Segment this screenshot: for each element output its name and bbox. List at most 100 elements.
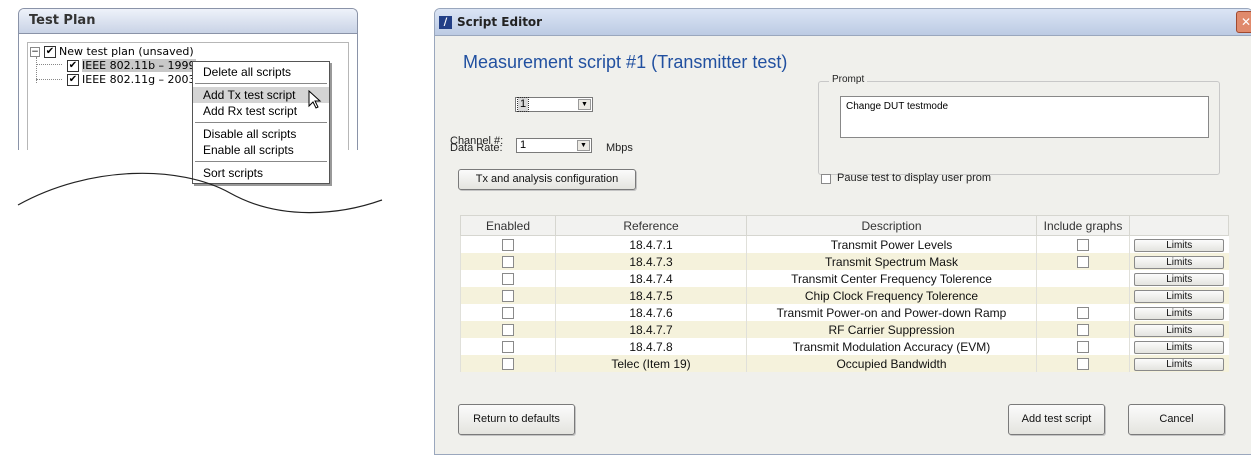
column-header-enabled[interactable]: Enabled — [460, 215, 556, 236]
column-header-include-graphs[interactable]: Include graphs — [1036, 215, 1130, 236]
data-rate-unit: Mbps — [606, 142, 633, 154]
table-row[interactable]: 18.4.7.5 Chip Clock Frequency Tolerence Li… — [460, 287, 1229, 304]
limits-button[interactable]: Limits — [1134, 273, 1225, 286]
limits-button[interactable]: Limits — [1134, 290, 1225, 303]
add-test-script-button[interactable]: Add test script — [1008, 404, 1105, 435]
pause-label: Pause test to display user prom — [837, 172, 992, 184]
menu-item-delete-all[interactable]: Delete all scripts — [193, 64, 329, 80]
cell-description: Transmit Power-on and Power-down Ramp — [746, 304, 1037, 321]
enabled-checkbox[interactable] — [502, 324, 514, 337]
data-rate-select[interactable]: 1 ▼ — [516, 138, 592, 153]
cell-include-graphs — [1036, 338, 1130, 355]
table-row[interactable]: 18.4.7.4 Transmit Center Frequency Tolere… — [460, 270, 1229, 287]
menu-item-disable-all[interactable]: Disable all scripts — [193, 126, 329, 142]
cancel-button[interactable]: Cancel — [1128, 404, 1225, 435]
enabled-checkbox[interactable] — [502, 307, 514, 320]
cell-include-graphs — [1036, 253, 1130, 270]
cell-description: Transmit Center Frequency Tolerence — [746, 270, 1037, 287]
enabled-checkbox[interactable] — [502, 358, 514, 371]
cell-include-graphs — [1036, 235, 1130, 253]
cell-enabled — [460, 355, 556, 372]
table-row[interactable]: 18.4.7.6 Transmit Power-on and Power-down… — [460, 304, 1229, 321]
cell-include-graphs — [1036, 287, 1130, 304]
cell-reference: 18.4.7.6 — [555, 304, 747, 321]
table-row[interactable]: 18.4.7.7 RF Carrier Suppression Limits — [460, 321, 1229, 338]
include-graphs-checkbox[interactable] — [1077, 324, 1089, 337]
node-checkbox[interactable]: ✔ — [67, 59, 79, 72]
cell-limits: Limits — [1129, 304, 1229, 321]
table-row[interactable]: 18.4.7.3 Transmit Spectrum Mask Limits — [460, 253, 1229, 270]
channel-value: 1 — [516, 97, 530, 112]
cell-description: Transmit Modulation Accuracy (EVM) — [746, 338, 1037, 355]
script-editor-window: / Script Editor ✕ Measurement script #1 … — [434, 8, 1251, 455]
data-rate-value: 1 — [520, 139, 527, 151]
cell-enabled — [460, 287, 556, 304]
column-header-reference[interactable]: Reference — [555, 215, 747, 236]
enabled-checkbox[interactable] — [502, 273, 514, 286]
table-header-row: Enabled Reference Description Include gr… — [460, 215, 1229, 236]
limits-button[interactable]: Limits — [1134, 239, 1225, 252]
include-graphs-checkbox[interactable] — [1077, 307, 1089, 320]
cell-limits: Limits — [1129, 338, 1229, 355]
tx-config-button[interactable]: Tx and analysis configuration — [458, 169, 636, 190]
script-heading: Measurement script #1 (Transmitter test) — [463, 52, 788, 72]
menu-separator — [195, 83, 327, 84]
cell-reference: 18.4.7.1 — [555, 235, 747, 253]
limits-button[interactable]: Limits — [1134, 256, 1225, 269]
enabled-checkbox[interactable] — [502, 256, 514, 269]
cell-include-graphs — [1036, 355, 1130, 372]
tree-node-80211b[interactable]: ✔ IEEE 802.11b – 1999 — [67, 59, 196, 72]
cell-reference: 18.4.7.3 — [555, 253, 747, 270]
tree-node-80211g[interactable]: ✔ IEEE 802.11g – 2003 — [67, 73, 196, 86]
cell-reference: 18.4.7.8 — [555, 338, 747, 355]
cell-reference: 18.4.7.7 — [555, 321, 747, 338]
chevron-down-icon[interactable]: ▼ — [578, 99, 591, 110]
cell-reference: 18.4.7.4 — [555, 270, 747, 287]
table-row[interactable]: 18.4.7.1 Transmit Power Levels Limits — [460, 235, 1229, 253]
pause-checkbox[interactable] — [821, 174, 831, 184]
cell-description: Occupied Bandwidth — [746, 355, 1037, 372]
chevron-down-icon[interactable]: ▼ — [577, 140, 590, 151]
tree-node-label: New test plan (unsaved) — [59, 45, 194, 58]
channel-select[interactable]: 1 ▼ — [515, 97, 593, 112]
table-row[interactable]: 18.4.7.8 Transmit Modulation Accuracy (EV… — [460, 338, 1229, 355]
prompt-textarea[interactable]: Change DUT testmode — [840, 96, 1209, 138]
cell-limits: Limits — [1129, 253, 1229, 270]
close-button[interactable]: ✕ — [1236, 11, 1251, 33]
limits-button[interactable]: Limits — [1134, 324, 1225, 337]
include-graphs-checkbox[interactable] — [1077, 358, 1089, 371]
cell-limits: Limits — [1129, 287, 1229, 304]
data-rate-label: Data Rate: — [450, 142, 503, 154]
include-graphs-checkbox[interactable] — [1077, 239, 1089, 252]
cell-enabled — [460, 304, 556, 321]
cell-enabled — [460, 338, 556, 355]
window-title: Script Editor — [457, 15, 543, 29]
limits-button[interactable]: Limits — [1134, 341, 1225, 354]
column-header-limits — [1129, 215, 1229, 236]
return-defaults-button[interactable]: Return to defaults — [458, 404, 575, 435]
limits-button[interactable]: Limits — [1134, 358, 1225, 371]
cell-reference: 18.4.7.5 — [555, 287, 747, 304]
cell-limits: Limits — [1129, 355, 1229, 372]
collapse-icon[interactable]: − — [30, 46, 40, 57]
column-header-description[interactable]: Description — [746, 215, 1037, 236]
cell-enabled — [460, 253, 556, 270]
cell-include-graphs — [1036, 321, 1130, 338]
enabled-checkbox[interactable] — [502, 239, 514, 252]
limits-button[interactable]: Limits — [1134, 307, 1225, 320]
enabled-checkbox[interactable] — [502, 341, 514, 354]
title-bar[interactable]: / Script Editor ✕ — [435, 9, 1251, 36]
node-checkbox[interactable]: ✔ — [67, 73, 79, 86]
enabled-checkbox[interactable] — [502, 290, 514, 303]
root-checkbox[interactable]: ✔ — [44, 45, 56, 58]
tree-node-root[interactable]: − ✔ New test plan (unsaved) — [30, 45, 194, 58]
cell-enabled — [460, 235, 556, 253]
cell-enabled — [460, 321, 556, 338]
cell-enabled — [460, 270, 556, 287]
include-graphs-checkbox[interactable] — [1077, 256, 1089, 269]
tree-node-label: IEEE 802.11g – 2003 — [82, 73, 196, 86]
include-graphs-checkbox[interactable] — [1077, 341, 1089, 354]
tree-node-label: IEEE 802.11b – 1999 — [82, 59, 196, 72]
tree-connector — [36, 79, 62, 80]
table-row[interactable]: Telec (Item 19) Occupied Bandwidth Limits — [460, 355, 1229, 372]
